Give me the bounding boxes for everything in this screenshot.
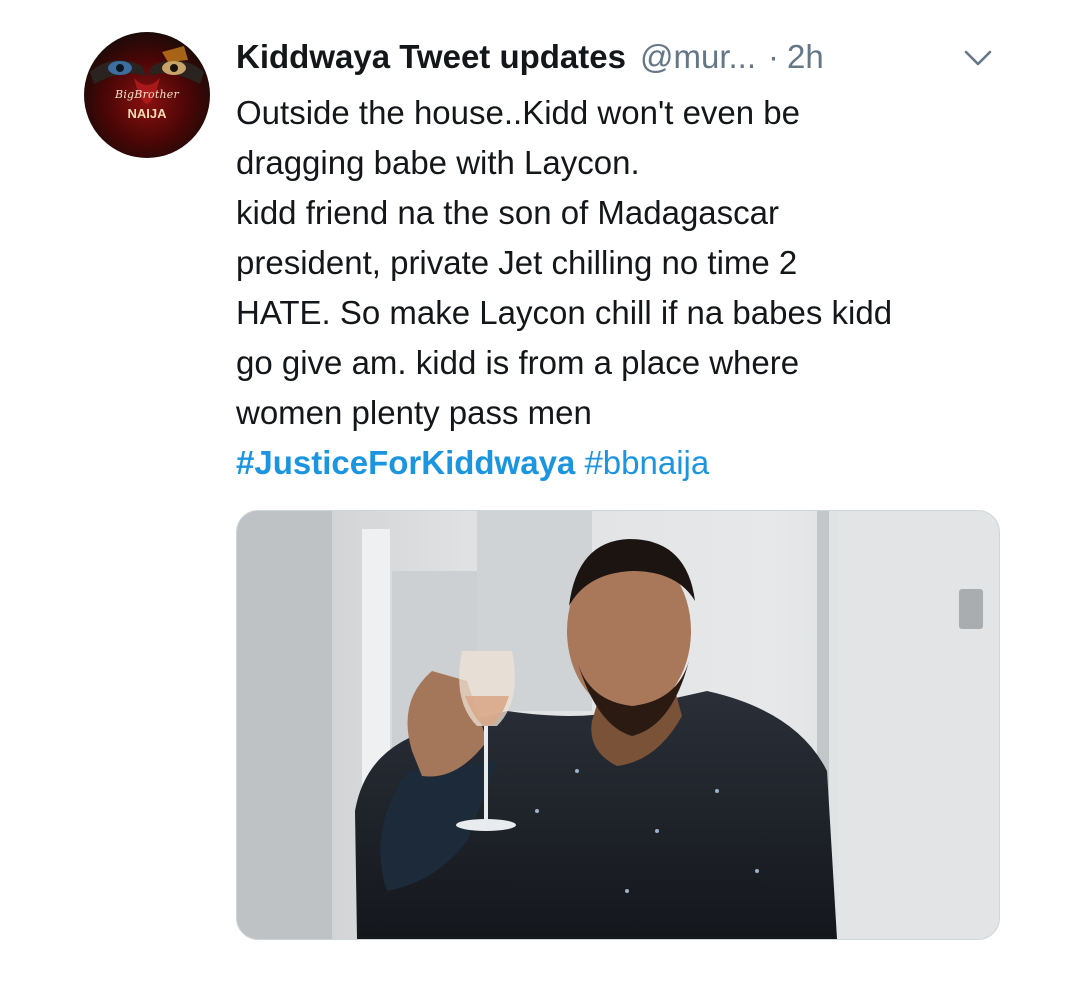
timestamp[interactable]: 2h xyxy=(787,38,824,76)
hashtag-row: #JusticeForKiddwaya #bbnaija xyxy=(236,438,1036,488)
tweet-line: kidd friend na the son of Madagascar xyxy=(236,194,780,231)
avatar-logo-subtext: NAIJA xyxy=(127,106,167,121)
tweet-line: women plenty pass men xyxy=(236,394,592,431)
chevron-down-icon[interactable] xyxy=(962,46,994,70)
tweet-text: Outside the house..Kidd won't even be dr… xyxy=(236,88,1036,488)
tweet-line: HATE. So make Laycon chill if na babes k… xyxy=(236,294,893,331)
tweet-line: go give am. kidd is from a place where xyxy=(236,344,800,381)
separator-dot: · xyxy=(768,38,779,75)
display-name[interactable]: Kiddwaya Tweet updates xyxy=(236,38,626,76)
hashtag-link[interactable]: #JusticeForKiddwaya xyxy=(236,444,575,481)
tweet-line: Outside the house..Kidd won't even be xyxy=(236,94,801,131)
tweet-line: dragging babe with Laycon. xyxy=(236,144,640,181)
user-handle[interactable]: @mur... xyxy=(640,38,756,76)
avatar[interactable]: BigBrother NAIJA xyxy=(84,32,210,158)
photo-man-with-wine-glass xyxy=(237,511,999,939)
tweet-card[interactable]: BigBrother NAIJA Kiddwaya Tweet updates … xyxy=(0,0,1080,1000)
tweet-media-image[interactable] xyxy=(236,510,1000,940)
hashtag-link[interactable]: #bbnaija xyxy=(584,444,709,481)
tweet-header: Kiddwaya Tweet updates @mur... · 2h xyxy=(236,34,824,80)
avatar-logo-text: BigBrother xyxy=(115,88,179,101)
tweet-line: president, private Jet chilling no time … xyxy=(236,244,798,281)
